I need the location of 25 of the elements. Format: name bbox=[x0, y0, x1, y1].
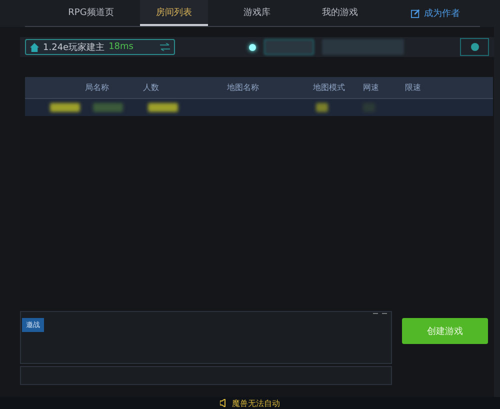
status-message: 魔兽无法自动 bbox=[232, 398, 280, 408]
column-header: 地图名称 bbox=[227, 82, 260, 93]
blurred-cell bbox=[50, 103, 80, 112]
column-header: 局名称 bbox=[85, 82, 110, 93]
home-icon bbox=[30, 42, 39, 52]
nav-tab[interactable]: 房间列表 bbox=[140, 0, 208, 26]
nav-tab[interactable]: RPG频道页 bbox=[57, 0, 125, 26]
nav-tab[interactable]: 我的游戏 bbox=[306, 0, 374, 26]
blurred-field bbox=[264, 39, 314, 55]
column-header: 人数 bbox=[143, 82, 160, 93]
edit-icon bbox=[411, 8, 420, 18]
avatar-button[interactable] bbox=[460, 38, 489, 56]
status-icon bbox=[249, 44, 256, 50]
blurred-cell bbox=[148, 103, 178, 112]
column-header: 限速 bbox=[405, 82, 422, 93]
author-link[interactable]: 成为作者 bbox=[424, 6, 460, 20]
server-selector[interactable]: 1.24e玩家建主 18ms bbox=[25, 39, 175, 55]
nav-tab[interactable]: 游戏库 bbox=[223, 0, 291, 26]
column-header: 地图模式 bbox=[313, 82, 346, 93]
blurred-cell bbox=[93, 103, 123, 112]
column-header: 网速 bbox=[363, 82, 380, 93]
avatar-icon bbox=[470, 42, 480, 52]
blurred-cell bbox=[316, 103, 328, 112]
swap-icon bbox=[160, 43, 170, 51]
table-row[interactable] bbox=[25, 99, 493, 116]
